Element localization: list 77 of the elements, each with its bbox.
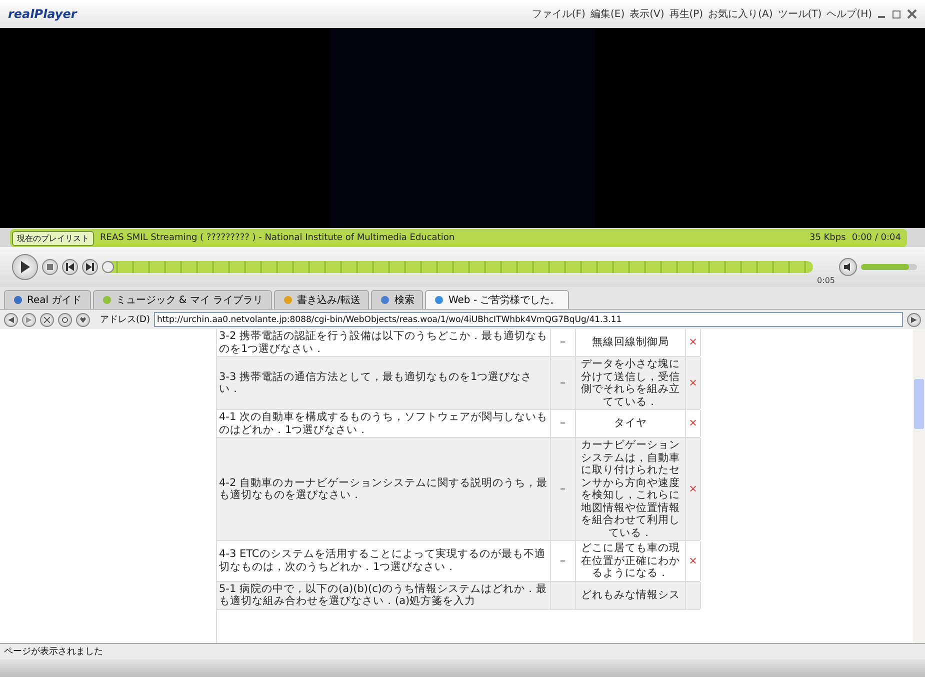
tab[interactable]: Real ガイド [4, 290, 91, 309]
answer-cell: 無線回線制御局 [576, 329, 686, 356]
stop-button[interactable] [42, 259, 58, 275]
close-icon[interactable] [907, 9, 917, 19]
table-cell: － [551, 438, 576, 540]
back-icon [8, 316, 14, 322]
tab-icon [102, 295, 112, 305]
question-cell: 4-3 ETCのシステムを活用することによって実現するのが最も不適切なものは，次のうちどれか．1つ選びなさい． [217, 541, 551, 580]
table-cell: － [551, 329, 576, 356]
menu-item[interactable]: お気に入り(A) [708, 7, 773, 21]
go-icon [911, 316, 917, 322]
seek-track[interactable] [102, 261, 814, 273]
menu-item[interactable]: 表示(V) [630, 7, 664, 21]
next-button[interactable] [82, 259, 98, 275]
app-logo: realPlayer [8, 7, 77, 21]
menu-item[interactable]: ツール(T) [778, 7, 822, 21]
question-cell: 4-1 次の自動車を構成するものうち，ソフトウェアが関与しないものはどれか．1つ選びなさい． [217, 410, 551, 437]
tab[interactable]: 書き込み/転送 [274, 290, 370, 309]
refresh-icon [62, 316, 68, 322]
heart-icon [80, 316, 86, 322]
clip-title: REAS SMIL Streaming ( ????????? ) - National Institute of Multimedia Education [100, 233, 455, 243]
favorite-button[interactable] [76, 312, 90, 326]
speaker-icon [844, 263, 852, 271]
previous-icon [66, 263, 74, 271]
scroll-thumb[interactable] [914, 379, 924, 429]
seek-thumb[interactable] [102, 261, 114, 273]
playlist-button[interactable]: 現在のプレイリスト [12, 230, 94, 246]
result-mark: × [686, 329, 701, 356]
answer-cell: どれもみな情報シス [576, 582, 686, 608]
answer-cell: どこに居ても車の現在位置が正確にわかるようになる． [576, 541, 686, 580]
mute-button[interactable] [839, 258, 857, 276]
back-button[interactable] [4, 312, 18, 326]
restore-icon[interactable] [892, 9, 902, 19]
stop-icon [47, 264, 53, 270]
tab-icon [283, 295, 294, 305]
tab[interactable]: ミュージック & マイ ライブラリ [92, 290, 272, 309]
tab[interactable]: 検索 [371, 290, 424, 309]
stop-button[interactable] [40, 312, 54, 326]
question-cell: 3-2 携帯電話の認証を行う設備は以下のうちどこか．最も適切なものを1つ選びなさい． [217, 329, 551, 356]
question-cell: 3-3 携帯電話の通信方法として，最も適切なものを1つ選びなさい． [217, 357, 551, 409]
answer-cell: カーナビゲーションシステムは，自動車に取り付けられたセンサから方向や速度を検知し，これらに地図情報や位置情報を組合わせて利用している． [576, 438, 686, 540]
tab-icon [380, 295, 390, 305]
bitrate: 35 Kbps [809, 233, 846, 243]
status-text: ページが表示されました [0, 643, 925, 659]
tab-icon [13, 295, 23, 305]
scrollbar[interactable] [913, 329, 925, 643]
table-cell: － [551, 410, 576, 437]
close-icon [44, 316, 50, 322]
end-time: 0:05 [817, 276, 835, 285]
menu-item[interactable]: 再生(P) [669, 7, 704, 21]
menu-item[interactable]: ヘルプ(H) [826, 7, 872, 21]
question-cell: 4-2 自動車のカーナビゲーションシステムに関する説明のうち，最も適切なものを選びなさい． [217, 438, 551, 540]
menu-item[interactable]: 編集(E) [590, 7, 625, 21]
play-button[interactable] [12, 254, 38, 280]
go-button[interactable] [907, 312, 921, 326]
previous-button[interactable] [62, 259, 78, 275]
menu-item[interactable]: ファイル(F) [532, 7, 586, 21]
time-display: 0:00 / 0:04 [852, 233, 901, 243]
tab-icon [434, 295, 444, 305]
address-label: アドレス(D) [100, 314, 150, 326]
result-mark: × [686, 541, 701, 580]
table-cell: － [551, 357, 576, 409]
tab[interactable]: Web - ご苦労様でした。 [425, 290, 570, 309]
next-icon [86, 263, 94, 271]
result-mark: × [686, 410, 701, 437]
refresh-button[interactable] [58, 312, 72, 326]
table-cell: － [551, 541, 576, 580]
answer-cell: タイヤ [576, 410, 686, 437]
result-mark: × [686, 357, 701, 409]
play-icon [20, 261, 30, 273]
forward-button[interactable] [22, 312, 36, 326]
volume-slider[interactable] [861, 264, 917, 270]
address-field[interactable]: http://urchin.aa0.netvolante.jp:8088/cgi-bin/WebObjects/reas.woa/1/wo/4iUBhcITWhbk4VmQG7BqUg/41.3.11 [154, 312, 903, 327]
answer-cell: データを小さな塊に分けて送信し，受信側でそれらを組み立てている． [576, 357, 686, 409]
question-cell: 5-1 病院の中で，以下の(a)(b)(c)のうち情報システムはどれか．最も適切な組み合わせを選びなさい．(a)処方箋を入力 [217, 582, 551, 608]
forward-icon [26, 316, 32, 322]
result-mark: × [686, 438, 701, 540]
